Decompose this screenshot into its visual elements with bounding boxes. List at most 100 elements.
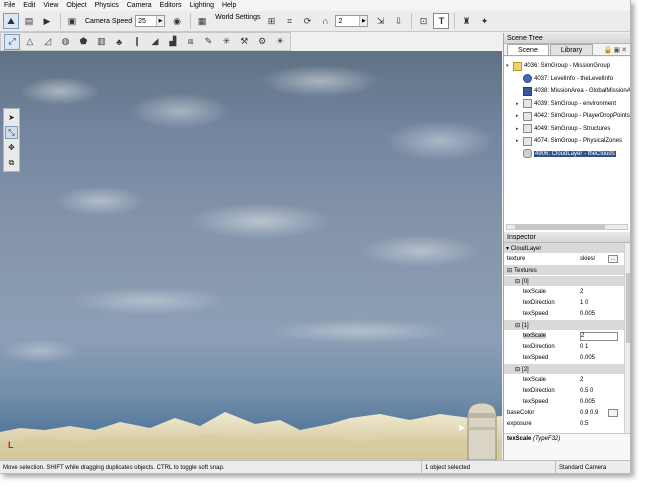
inspector-group[interactable]: ⊟ [0] — [504, 276, 624, 286]
tree-item[interactable]: ▾ 4036: SimGroup - MissionGroup — [506, 60, 610, 72]
terrain-paint-icon[interactable]: ◿ — [40, 34, 56, 50]
save-icon[interactable]: ▤ — [21, 13, 37, 29]
tree-item[interactable]: 4906: CloudLayer - theClouds — [516, 148, 616, 160]
text-tool-icon[interactable]: T — [433, 13, 450, 29]
inspector-scrollbar[interactable] — [624, 243, 630, 433]
shield-icon[interactable]: ⬟ — [76, 34, 92, 50]
field-value-input[interactable]: 2 — [580, 331, 618, 341]
menu-editors[interactable]: Editors — [160, 2, 182, 9]
inspector-field[interactable]: texScale 2 — [504, 287, 624, 297]
group-header[interactable]: ⊟ Textures — [507, 267, 537, 274]
road-icon[interactable]: ❙ — [129, 34, 145, 50]
menu-view[interactable]: View — [43, 2, 58, 9]
rotate-icon[interactable]: ✥ — [5, 141, 18, 154]
particle-icon[interactable]: ✳ — [219, 34, 235, 50]
menu-file[interactable]: File — [4, 2, 15, 9]
inspector-field[interactable]: texSpeed 0.005 — [504, 309, 624, 319]
tree-item[interactable]: ▸ 4049: SimGroup - Structures — [516, 123, 610, 135]
inspector-group[interactable]: ⊟ [2] — [504, 364, 624, 374]
field-value-input[interactable]: 0.5 — [580, 421, 588, 427]
group-header[interactable]: ⊟ [2] — [515, 366, 529, 373]
sketch-icon[interactable]: ⧈ — [183, 34, 199, 50]
bounds-center-icon[interactable]: ⊡ — [415, 13, 431, 29]
snap-bounds-icon[interactable]: ⌗ — [281, 13, 297, 29]
field-value-input[interactable]: 0 1 — [580, 344, 588, 350]
mesh-road-icon[interactable]: ▟ — [165, 34, 181, 50]
inspector-field[interactable]: texDirection 1 0 — [504, 298, 624, 308]
inspector-field[interactable]: texSpeed 0.005 — [504, 353, 624, 363]
tower-structure[interactable] — [462, 397, 502, 460]
color-swatch[interactable] — [608, 409, 618, 417]
tree-item[interactable]: ▸ 4039: SimGroup - environment — [516, 98, 616, 110]
decal-icon[interactable]: ▥ — [93, 34, 109, 50]
menu-help[interactable]: Help — [222, 2, 236, 9]
world-settings-icon[interactable]: ▦ — [194, 13, 210, 29]
sphere-icon[interactable]: ◍ — [58, 34, 74, 50]
bird-icon[interactable]: ✦ — [476, 13, 492, 29]
collapse-toggle-icon[interactable]: ⊟ — [515, 279, 520, 285]
select-tool-icon[interactable]: ⤢ — [4, 33, 20, 50]
snap-size-arrow-icon[interactable]: ▶ — [359, 16, 368, 26]
inspector-group[interactable]: ⊟ [1] — [504, 320, 624, 330]
snap-grid-icon[interactable]: ⊞ — [263, 13, 279, 29]
expander-icon[interactable]: ▾ — [506, 63, 513, 69]
field-value-input[interactable]: 1 0 — [580, 300, 588, 306]
tree-horizontal-scrollbar[interactable] — [506, 224, 628, 230]
world-editor-icon[interactable]: ⛰ — [3, 13, 19, 29]
lock-icon[interactable]: 🔒▣✕ — [604, 46, 628, 54]
field-value-input[interactable]: 0.005 — [580, 399, 595, 405]
object-header[interactable]: ▾ CloudLayer — [504, 243, 624, 253]
field-value-input[interactable]: skies/ — [580, 256, 595, 262]
camera-speed-arrow-icon[interactable]: ▶ — [156, 16, 165, 26]
field-value-input[interactable]: 2 — [580, 377, 583, 383]
scrollbar-thumb[interactable] — [626, 273, 630, 343]
collapse-toggle-icon[interactable]: ⊟ — [515, 367, 520, 373]
field-value-input[interactable]: 0.5 0 — [580, 388, 593, 394]
snap-rotate-icon[interactable]: ⟳ — [299, 13, 315, 29]
3d-viewport[interactable]: ➤ ⤡ ✥ ⧉ L ➤ — [0, 51, 502, 460]
arrow-select-icon[interactable]: ➤ — [5, 111, 18, 124]
scale-icon[interactable]: ⧉ — [5, 156, 18, 169]
lights-icon[interactable]: ☀ — [272, 34, 288, 50]
status-camera[interactable]: Standard Camera — [555, 461, 630, 473]
navmesh-icon[interactable]: ⚙ — [254, 34, 270, 50]
tree-item[interactable]: 4037: LevelInfo - theLevelInfo — [516, 73, 613, 85]
inspector-field[interactable]: texScale 2 — [504, 331, 624, 341]
group-header[interactable]: ⊟ [0] — [515, 278, 529, 285]
snap-size-input[interactable]: 2 ▶ — [335, 15, 369, 27]
expander-icon[interactable]: ▸ — [516, 101, 523, 107]
menu-camera[interactable]: Camera — [127, 2, 152, 9]
camera-move-icon[interactable]: ⤡ — [5, 126, 18, 139]
tab-scene[interactable]: Scene — [507, 44, 549, 55]
inspector-field[interactable]: texture skies/... — [504, 254, 624, 264]
expander-icon[interactable]: ▸ — [516, 126, 523, 132]
scrollbar-thumb[interactable] — [515, 225, 605, 229]
menu-lighting[interactable]: Lighting — [189, 2, 214, 9]
tab-library[interactable]: Library — [549, 44, 594, 55]
menu-object[interactable]: Object — [66, 2, 86, 9]
scene-tree[interactable]: ▾ 4036: SimGroup - MissionGroup 4037: Leve… — [504, 57, 630, 232]
expander-icon[interactable]: ▸ — [516, 138, 523, 144]
collapse-toggle-icon[interactable]: ⊟ — [515, 323, 520, 329]
terrain-shape-icon[interactable]: △ — [22, 34, 38, 50]
inspector-field[interactable]: texSpeed 0.005 — [504, 397, 624, 407]
field-value-input[interactable]: 0.005 — [580, 355, 595, 361]
field-value-input[interactable]: 2 — [580, 289, 583, 295]
camera-speed-input[interactable]: 25 ▶ — [135, 15, 166, 27]
inspector-field[interactable]: texScale 2 — [504, 375, 624, 385]
visibility-eye-icon[interactable]: ◉ — [169, 13, 185, 29]
tree-item[interactable]: 4038: MissionArea - GlobalMissionArea — [516, 85, 630, 97]
field-value-input[interactable]: 0.9 0.9 — [580, 410, 598, 416]
expander-icon[interactable]: ▸ — [516, 113, 523, 119]
inspector-group[interactable]: ⊟ Textures — [504, 265, 624, 275]
forest-icon[interactable]: ♣ — [111, 34, 127, 50]
field-value-input[interactable]: 0.005 — [580, 311, 595, 317]
magnet-icon[interactable]: ∩ — [317, 13, 333, 29]
align-terrain-icon[interactable]: ⇲ — [372, 13, 388, 29]
menu-edit[interactable]: Edit — [23, 2, 35, 9]
person-icon[interactable]: ♜ — [458, 13, 474, 29]
browse-button[interactable]: ... — [608, 255, 618, 263]
tree-item[interactable]: ▸ 4074: SimGroup - PhysicalZones — [516, 135, 622, 147]
group-header[interactable]: ⊟ [1] — [515, 322, 529, 329]
inspector-field[interactable]: baseColor 0.9 0.9 — [504, 408, 624, 418]
